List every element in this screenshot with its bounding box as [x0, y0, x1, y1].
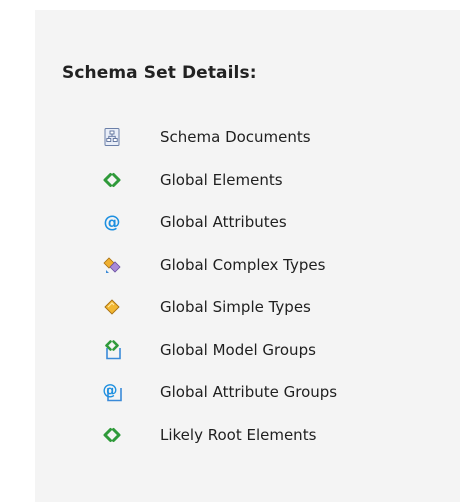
item-label: Likely Root Elements: [160, 425, 317, 444]
item-label: Global Attribute Groups: [160, 383, 338, 402]
list-item-global-elements[interactable]: Global Elements: [102, 159, 337, 202]
list-item-schema-documents[interactable]: Schema Documents: [102, 116, 337, 159]
item-label: Global Model Groups: [160, 340, 316, 359]
element-icon: [102, 425, 122, 445]
simple-type-icon: [102, 297, 122, 317]
list-item-global-complex-types[interactable]: Global Complex Types: [102, 244, 337, 287]
item-label: Global Simple Types: [160, 298, 311, 317]
model-group-icon: [102, 339, 122, 360]
list-item-global-attribute-groups[interactable]: @ Global Attribute Groups: [102, 371, 337, 414]
schema-document-icon: [102, 127, 122, 147]
panel-title: Schema Set Details:: [62, 63, 257, 83]
item-label: Global Elements: [160, 170, 283, 189]
attribute-icon: @: [102, 212, 122, 233]
list-item-global-attributes[interactable]: @ Global Attributes: [102, 201, 337, 244]
schema-set-details-panel: Schema Set Details: Schema Documents Glo…: [35, 10, 460, 502]
element-icon: [102, 170, 122, 190]
list-item-global-simple-types[interactable]: Global Simple Types: [102, 286, 337, 329]
item-label: Global Attributes: [160, 213, 287, 232]
list-item-likely-root-elements[interactable]: Likely Root Elements: [102, 414, 337, 457]
svg-text:@: @: [103, 382, 118, 399]
attribute-group-icon: @: [102, 382, 122, 402]
details-list: Schema Documents Global Elements @ Globa…: [102, 116, 337, 456]
list-item-global-model-groups[interactable]: Global Model Groups: [102, 329, 337, 372]
item-label: Global Complex Types: [160, 255, 326, 274]
item-label: Schema Documents: [160, 128, 311, 147]
svg-text:@: @: [104, 213, 121, 233]
complex-type-icon: [102, 255, 122, 275]
